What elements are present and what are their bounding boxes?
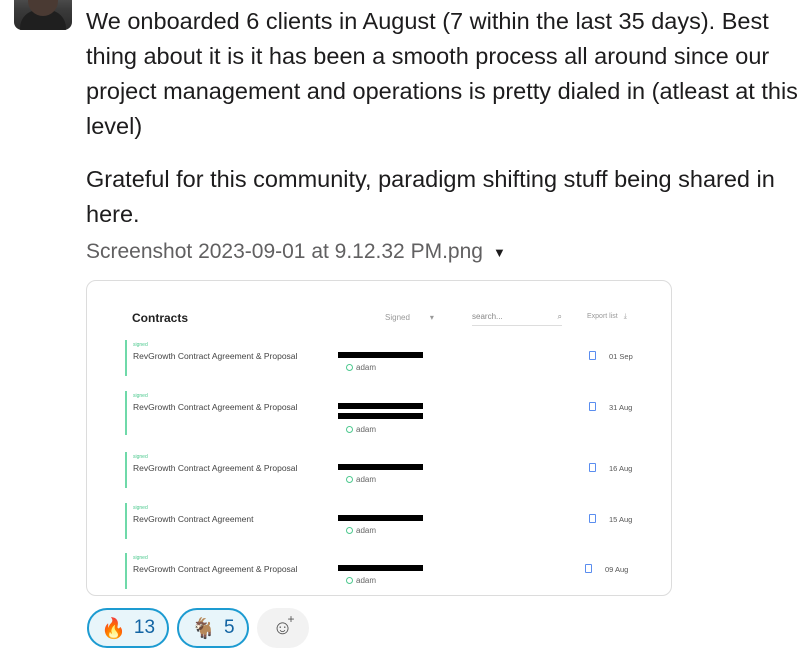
search-placeholder: search... — [472, 312, 503, 321]
export-list: Export list ⤓ — [587, 313, 627, 321]
download-icon: ⤓ — [623, 313, 627, 320]
document-icon — [589, 463, 596, 472]
check-circle-icon — [346, 426, 353, 433]
search-input: search... ⌕ — [472, 312, 562, 326]
redacted-block — [338, 403, 423, 409]
status-badge: signed — [133, 555, 148, 561]
contracts-title: Contracts — [132, 311, 189, 325]
reaction-fire[interactable]: 🔥 13 — [87, 608, 170, 648]
signer-name: adam — [356, 526, 377, 535]
signer-name: adam — [356, 363, 377, 372]
contract-title: RevGrowth Contract Agreement & Proposal — [133, 402, 298, 412]
status-badge: signed — [133, 505, 148, 511]
export-label: Export list — [587, 313, 618, 320]
redacted-block — [338, 565, 423, 571]
plus-icon: + — [287, 612, 295, 626]
contract-title: RevGrowth Contract Agreement & Proposal — [133, 564, 298, 574]
message-paragraph: We onboarded 6 clients in August (7 with… — [86, 8, 798, 139]
document-icon — [589, 514, 596, 523]
status-bar — [125, 553, 127, 589]
signer: adam — [346, 363, 376, 372]
redacted-block — [338, 515, 423, 521]
attachment-file-name[interactable]: Screenshot 2023-09-01 at 9.12.32 PM.png … — [86, 240, 506, 264]
contract-date: 16 Aug — [609, 464, 633, 473]
goat-icon: 🐐 — [191, 617, 216, 640]
fire-icon: 🔥 — [101, 617, 126, 640]
file-name-label: Screenshot 2023-09-01 at 9.12.32 PM.png — [86, 240, 483, 263]
status-bar — [125, 452, 127, 488]
status-filter: Signed ▾ — [385, 313, 434, 322]
document-icon — [589, 402, 596, 411]
signer: adam — [346, 526, 376, 535]
redacted-block — [338, 464, 423, 470]
list-item: signed RevGrowth Contract Agreement & Pr… — [125, 340, 650, 378]
contract-date: 15 Aug — [609, 515, 633, 524]
signer: adam — [346, 475, 376, 484]
reaction-count: 13 — [133, 617, 156, 638]
status-bar — [125, 340, 127, 376]
signer-name: adam — [356, 425, 377, 434]
signer-name: adam — [356, 576, 377, 585]
contract-title: RevGrowth Contract Agreement & Proposal — [133, 463, 298, 473]
message-paragraph: Grateful for this community, paradigm sh… — [86, 166, 775, 227]
redacted-block — [338, 413, 423, 419]
reaction-goat[interactable]: 🐐 5 — [177, 608, 249, 648]
check-circle-icon — [346, 527, 353, 534]
add-reaction-button[interactable]: ☺ + — [256, 608, 309, 648]
status-badge: signed — [133, 393, 148, 399]
search-icon: ⌕ — [557, 312, 562, 321]
signer-name: adam — [356, 475, 377, 484]
status-badge: signed — [133, 342, 148, 348]
reaction-count: 5 — [223, 617, 235, 638]
avatar[interactable] — [14, 0, 72, 30]
signer: adam — [346, 425, 376, 434]
signer: adam — [346, 576, 376, 585]
check-circle-icon — [346, 476, 353, 483]
list-item: signed RevGrowth Contract Agreement & Pr… — [125, 553, 650, 591]
status-bar — [125, 391, 127, 435]
list-item: signed RevGrowth Contract Agreement adam… — [125, 503, 650, 541]
contract-title: RevGrowth Contract Agreement & Proposal — [133, 351, 298, 361]
check-circle-icon — [346, 364, 353, 371]
chevron-down-icon: ▾ — [429, 313, 434, 322]
check-circle-icon — [346, 577, 353, 584]
redacted-block — [338, 352, 423, 358]
status-badge: signed — [133, 454, 148, 460]
document-icon — [589, 351, 596, 360]
contract-date: 31 Aug — [609, 403, 633, 412]
contract-date: 09 Aug — [605, 565, 629, 574]
contract-title: RevGrowth Contract Agreement — [133, 514, 254, 524]
status-bar — [125, 503, 127, 539]
image-attachment[interactable]: Contracts Signed ▾ search... ⌕ Export li… — [86, 280, 672, 596]
caret-down-icon[interactable]: ▼ — [493, 245, 506, 260]
contract-date: 01 Sep — [609, 352, 633, 361]
list-item: signed RevGrowth Contract Agreement & Pr… — [125, 452, 650, 490]
reactions-bar: 🔥 13 🐐 5 ☺ + — [87, 608, 309, 648]
filter-label: Signed — [385, 313, 410, 322]
document-icon — [585, 564, 592, 573]
list-item: signed RevGrowth Contract Agreement & Pr… — [125, 391, 650, 435]
